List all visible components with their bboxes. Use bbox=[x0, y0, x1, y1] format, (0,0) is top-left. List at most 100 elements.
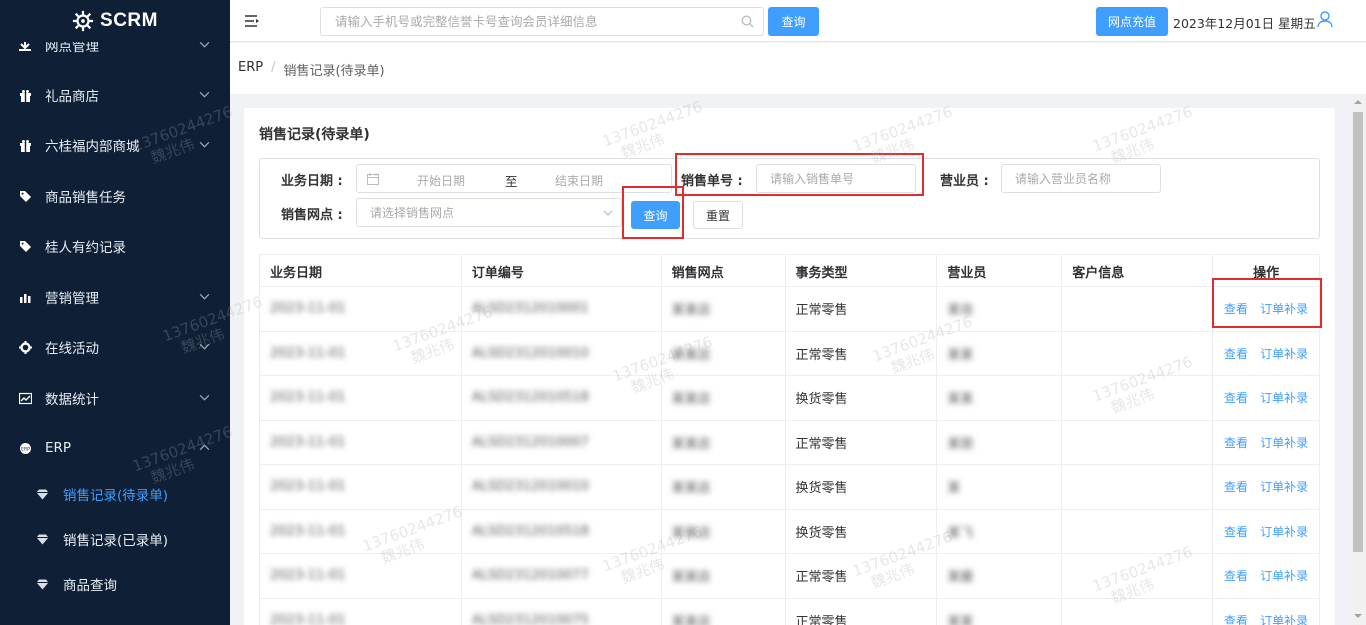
sidebar-item-online-activity[interactable]: 在线活动 bbox=[0, 322, 230, 372]
cell-actions: 查看 订单补录 bbox=[1213, 598, 1321, 625]
cell-type: 换货零售 bbox=[786, 509, 938, 553]
tag-icon bbox=[18, 239, 32, 253]
view-link[interactable]: 查看 bbox=[1224, 389, 1248, 406]
cell-clerk: 某 bbox=[937, 465, 1063, 509]
user-icon[interactable] bbox=[1316, 10, 1334, 28]
filter-query-button[interactable]: 查询 bbox=[631, 201, 680, 229]
cell-clerk-text: 某媛 bbox=[947, 570, 974, 586]
sidebar-item-label: 在线活动 bbox=[45, 341, 99, 357]
chevron-down-icon bbox=[199, 91, 210, 98]
cell-store-text: 某某店 bbox=[671, 614, 711, 625]
sidebar-subitem-pending-sales[interactable]: 销售记录(待录单) bbox=[0, 472, 230, 516]
sidebar-subitem-label: 销售记录(已录单) bbox=[63, 533, 169, 549]
sidebar-item-erp[interactable]: ERP ERP bbox=[0, 423, 230, 473]
cell-actions: 查看 订单补录 bbox=[1213, 420, 1321, 464]
view-link[interactable]: 查看 bbox=[1224, 567, 1248, 584]
cell-order-text: ALSD2312010518 bbox=[471, 523, 589, 539]
cell-clerk: 某佳 bbox=[937, 287, 1063, 331]
member-search-input[interactable] bbox=[321, 8, 721, 35]
cell-type: 正常零售 bbox=[786, 420, 938, 464]
page-scrollbar[interactable] bbox=[1350, 94, 1366, 625]
view-link[interactable]: 查看 bbox=[1224, 478, 1248, 495]
sidebar-item-label: 礼品商店 bbox=[45, 89, 99, 105]
order-number-input[interactable]: 请输入销售单号 bbox=[756, 164, 916, 193]
cell-actions: 查看 订单补录 bbox=[1213, 554, 1321, 598]
cell-clerk-text: 某某 bbox=[947, 392, 974, 408]
menu-toggle-icon[interactable] bbox=[244, 13, 260, 29]
member-search-box bbox=[320, 7, 764, 36]
breadcrumb-root[interactable]: ERP bbox=[238, 60, 263, 79]
cell-clerk-text: 某丽 bbox=[947, 436, 974, 452]
cell-clerk-text: 某佳 bbox=[947, 303, 974, 319]
cell-date: 2023-11-01 bbox=[260, 598, 462, 625]
cell-customer bbox=[1062, 376, 1214, 420]
cell-type: 正常零售 bbox=[786, 554, 938, 598]
sidebar-item-internal-mall[interactable]: 六桂福内部商城 bbox=[0, 120, 230, 170]
store-recharge-button[interactable]: 网点充值 bbox=[1096, 7, 1168, 36]
cell-clerk-text: 某某 bbox=[947, 347, 974, 363]
cell-store: 某某店 bbox=[662, 420, 786, 464]
search-icon[interactable] bbox=[741, 15, 754, 28]
end-date-input[interactable]: 结束日期 bbox=[555, 172, 603, 189]
cell-date-text: 2023-11-01 bbox=[270, 434, 346, 450]
sidebar-subitem-label: 商品查询 bbox=[63, 578, 117, 594]
cell-date: 2023-11-01 bbox=[260, 287, 462, 331]
cell-order: ALSD2312010518 bbox=[462, 376, 662, 420]
order-supplement-link[interactable]: 订单补录 bbox=[1260, 300, 1308, 317]
sidebar-item-statistics[interactable]: 数据统计 bbox=[0, 373, 230, 423]
date-range-picker[interactable]: 开始日期 至 结束日期 bbox=[356, 164, 672, 193]
table-body: 2023-11-01 ALSD2312010001 某某店 正常零售 某佳 查看 订单补录 2… bbox=[260, 287, 1321, 625]
cell-clerk: 某丽 bbox=[937, 420, 1063, 464]
order-number-label: 销售单号 : bbox=[681, 174, 743, 189]
scrollbar-thumb[interactable] bbox=[1353, 112, 1363, 552]
view-link[interactable]: 查看 bbox=[1224, 300, 1248, 317]
cell-clerk: 某媛 bbox=[937, 554, 1063, 598]
table-row: 2023-11-01 ALSD2312010007 某某店 正常零售 某丽 查看 订单补录 bbox=[260, 420, 1321, 465]
order-supplement-link[interactable]: 订单补录 bbox=[1260, 389, 1308, 406]
order-supplement-link[interactable]: 订单补录 bbox=[1260, 567, 1308, 584]
cell-order-text: ALSD2312010010 bbox=[471, 345, 589, 361]
sidebar-item-sales-task[interactable]: 商品销售任务 bbox=[0, 171, 230, 221]
sidebar-item-label: 桂人有约记录 bbox=[45, 240, 126, 256]
scroll-down-icon[interactable] bbox=[1354, 612, 1362, 620]
col-store: 销售网点 bbox=[662, 255, 786, 287]
clerk-input[interactable]: 请输入营业员名称 bbox=[1001, 164, 1161, 193]
order-supplement-link[interactable]: 订单补录 bbox=[1260, 345, 1308, 362]
view-link[interactable]: 查看 bbox=[1224, 612, 1248, 625]
sidebar-item-marketing[interactable]: 营销管理 bbox=[0, 272, 230, 322]
filter-reset-button[interactable]: 重置 bbox=[693, 201, 743, 229]
cell-type-text: 换货零售 bbox=[795, 525, 848, 541]
table-header: 业务日期 订单编号 销售网点 事务类型 营业员 客户信息 操作 bbox=[260, 255, 1321, 287]
view-link[interactable]: 查看 bbox=[1224, 523, 1248, 540]
clerk-label: 营业员 : bbox=[940, 174, 989, 189]
sidebar-item-gift-shop[interactable]: 礼品商店 bbox=[0, 70, 230, 120]
order-supplement-link[interactable]: 订单补录 bbox=[1260, 478, 1308, 495]
col-type: 事务类型 bbox=[786, 255, 938, 287]
order-supplement-link[interactable]: 订单补录 bbox=[1260, 612, 1308, 625]
cell-store-text: 某某店 bbox=[671, 347, 711, 363]
cell-store-text: 某某店 bbox=[671, 525, 711, 541]
view-link[interactable]: 查看 bbox=[1224, 345, 1248, 362]
cell-order: ALSD2312010007 bbox=[462, 420, 662, 464]
cell-store-text: 某某店 bbox=[671, 570, 711, 586]
store-select[interactable]: 请选择销售网点 bbox=[356, 198, 622, 227]
sidebar-subitem-recorded-sales[interactable]: 销售记录(已录单) bbox=[0, 517, 230, 561]
view-link[interactable]: 查看 bbox=[1224, 434, 1248, 451]
start-date-input[interactable]: 开始日期 bbox=[417, 172, 465, 189]
chevron-down-icon bbox=[199, 141, 210, 148]
breadcrumb-bar: ERP / 销售记录(待录单) bbox=[230, 43, 1366, 94]
header-query-button[interactable]: 查询 bbox=[768, 7, 819, 36]
order-supplement-link[interactable]: 订单补录 bbox=[1260, 434, 1308, 451]
sidebar-subitem-product-query[interactable]: 商品查询 bbox=[0, 562, 230, 606]
sidebar-item-appointment[interactable]: 桂人有约记录 bbox=[0, 221, 230, 271]
breadcrumb: ERP / 销售记录(待录单) bbox=[238, 60, 385, 79]
app-logo[interactable]: SCRM bbox=[0, 0, 230, 42]
cell-clerk: 某某 bbox=[937, 331, 1063, 375]
sidebar-item-label: 营销管理 bbox=[45, 291, 99, 307]
cell-customer bbox=[1062, 509, 1214, 553]
order-supplement-link[interactable]: 订单补录 bbox=[1260, 523, 1308, 540]
cell-date-text: 2023-11-01 bbox=[270, 345, 346, 361]
scroll-up-icon[interactable] bbox=[1354, 98, 1362, 106]
tag-icon bbox=[18, 189, 32, 203]
calendar-icon bbox=[367, 173, 379, 185]
